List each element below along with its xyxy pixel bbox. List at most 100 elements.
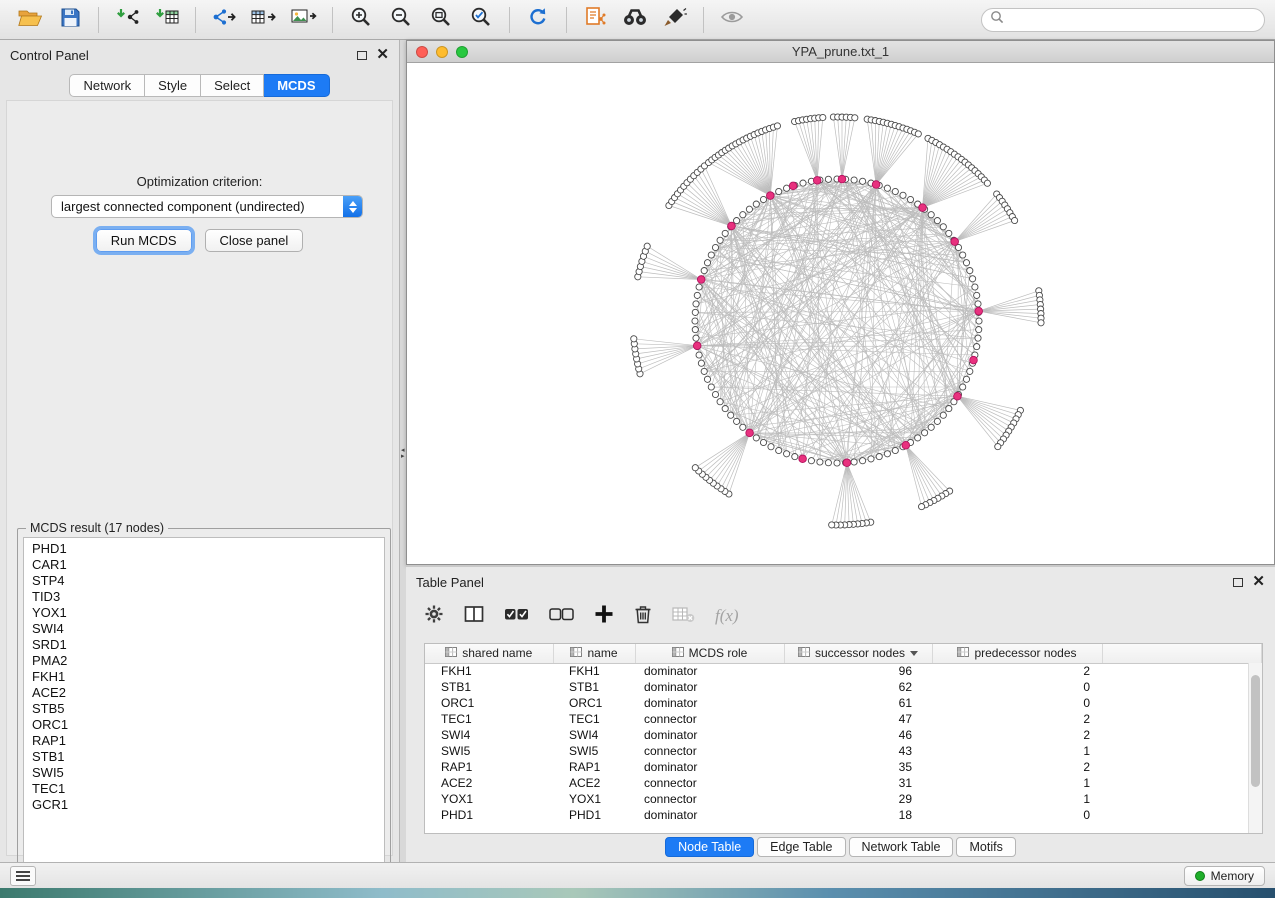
search-input[interactable] (1009, 13, 1256, 27)
select-all-rows-button[interactable] (504, 605, 529, 628)
network-canvas[interactable] (407, 63, 1274, 564)
search-binoculars-button[interactable] (615, 3, 655, 37)
cell-predecessor-nodes[interactable]: 0 (932, 807, 1102, 823)
apply-style-button[interactable] (655, 3, 695, 37)
tab-motifs[interactable]: Motifs (956, 837, 1015, 857)
cell-shared-name[interactable]: TEC1 (425, 711, 553, 727)
cell-predecessor-nodes[interactable]: 2 (932, 759, 1102, 775)
cell-successor-nodes[interactable]: 29 (784, 791, 932, 807)
mcds-result-item[interactable]: STB5 (32, 701, 384, 717)
mcds-result-item[interactable]: GCR1 (32, 797, 384, 813)
mcds-result-list[interactable]: PHD1CAR1STP4TID3YOX1SWI4SRD1PMA2FKH1ACE2… (23, 537, 385, 894)
cell-shared-name[interactable]: YOX1 (425, 791, 553, 807)
mcds-result-item[interactable]: TID3 (32, 589, 384, 605)
cell-filler[interactable] (1102, 695, 1262, 711)
zoom-out-button[interactable] (381, 3, 421, 37)
cell-name[interactable]: ORC1 (553, 695, 635, 711)
node-table-grid[interactable]: shared namenameMCDS rolesuccessor nodesp… (425, 644, 1262, 823)
network-window-titlebar[interactable]: YPA_prune.txt_1 (407, 41, 1274, 63)
cell-name[interactable]: PHD1 (553, 807, 635, 823)
export-image-button[interactable] (284, 3, 324, 37)
cell-predecessor-nodes[interactable]: 1 (932, 791, 1102, 807)
zoom-fit-button[interactable] (421, 3, 461, 37)
cell-filler[interactable] (1102, 759, 1262, 775)
zoom-selected-button[interactable] (461, 3, 501, 37)
cell-filler[interactable] (1102, 711, 1262, 727)
show-hide-button[interactable] (712, 3, 752, 37)
cell-mcds-role[interactable]: dominator (635, 807, 784, 823)
cell-mcds-role[interactable]: connector (635, 775, 784, 791)
cell-predecessor-nodes[interactable]: 2 (932, 727, 1102, 743)
close-table-panel-icon[interactable]: ✕ (1252, 577, 1265, 587)
mcds-result-item[interactable]: FKH1 (32, 669, 384, 685)
mcds-result-item[interactable]: YOX1 (32, 605, 384, 621)
cell-filler[interactable] (1102, 807, 1262, 823)
table-row[interactable]: PHD1PHD1dominator180 (425, 807, 1262, 823)
cell-shared-name[interactable]: STB1 (425, 679, 553, 695)
column-header-MCDS-role[interactable]: MCDS role (635, 644, 784, 663)
table-row[interactable]: TEC1TEC1connector472 (425, 711, 1262, 727)
save-session-button[interactable] (50, 3, 90, 37)
refresh-layout-button[interactable] (518, 3, 558, 37)
cell-successor-nodes[interactable]: 61 (784, 695, 932, 711)
mcds-result-item[interactable]: SRD1 (32, 637, 384, 653)
splitter-grip-icon[interactable]: ◂▸ (401, 448, 405, 460)
column-header-shared-name[interactable]: shared name (425, 644, 553, 663)
tab-select[interactable]: Select (201, 74, 264, 97)
cell-mcds-role[interactable]: connector (635, 711, 784, 727)
cell-successor-nodes[interactable]: 96 (784, 663, 932, 679)
panel-menu-button[interactable] (10, 866, 36, 886)
cell-name[interactable]: RAP1 (553, 759, 635, 775)
show-columns-button[interactable] (464, 605, 484, 628)
cell-filler[interactable] (1102, 727, 1262, 743)
tab-node-table[interactable]: Node Table (665, 837, 754, 857)
table-row[interactable]: ORC1ORC1dominator610 (425, 695, 1262, 711)
table-row[interactable]: ACE2ACE2connector311 (425, 775, 1262, 791)
mcds-result-item[interactable]: PMA2 (32, 653, 384, 669)
close-panel-button[interactable]: Close panel (205, 229, 304, 252)
cell-filler[interactable] (1102, 679, 1262, 695)
cell-successor-nodes[interactable]: 43 (784, 743, 932, 759)
deselect-all-rows-button[interactable] (549, 605, 574, 628)
cell-name[interactable]: YOX1 (553, 791, 635, 807)
mcds-result-item[interactable]: CAR1 (32, 557, 384, 573)
mcds-result-item[interactable]: TEC1 (32, 781, 384, 797)
cell-successor-nodes[interactable]: 35 (784, 759, 932, 775)
zoom-in-button[interactable] (341, 3, 381, 37)
mcds-result-item[interactable]: ACE2 (32, 685, 384, 701)
mcds-result-item[interactable]: ORC1 (32, 717, 384, 733)
open-file-button[interactable] (10, 3, 50, 37)
cell-successor-nodes[interactable]: 31 (784, 775, 932, 791)
cell-mcds-role[interactable]: dominator (635, 679, 784, 695)
cell-mcds-role[interactable]: dominator (635, 759, 784, 775)
cell-mcds-role[interactable]: connector (635, 791, 784, 807)
cell-predecessor-nodes[interactable]: 1 (932, 775, 1102, 791)
cell-shared-name[interactable]: ORC1 (425, 695, 553, 711)
cell-predecessor-nodes[interactable]: 2 (932, 663, 1102, 679)
scrollbar-thumb[interactable] (1251, 675, 1260, 787)
cell-filler[interactable] (1102, 663, 1262, 679)
mcds-result-item[interactable]: PHD1 (32, 541, 384, 557)
table-settings-button[interactable] (424, 604, 444, 629)
cell-successor-nodes[interactable]: 46 (784, 727, 932, 743)
mcds-result-item[interactable]: STP4 (32, 573, 384, 589)
cell-name[interactable]: TEC1 (553, 711, 635, 727)
cell-shared-name[interactable]: FKH1 (425, 663, 553, 679)
column-header-predecessor-nodes[interactable]: predecessor nodes (932, 644, 1102, 663)
cell-shared-name[interactable]: ACE2 (425, 775, 553, 791)
cell-shared-name[interactable]: PHD1 (425, 807, 553, 823)
tab-network-table[interactable]: Network Table (849, 837, 954, 857)
cell-mcds-role[interactable]: dominator (635, 663, 784, 679)
table-row[interactable]: SWI4SWI4dominator462 (425, 727, 1262, 743)
cell-filler[interactable] (1102, 775, 1262, 791)
cell-predecessor-nodes[interactable]: 2 (932, 711, 1102, 727)
tab-network[interactable]: Network (69, 74, 145, 97)
column-header-successor-nodes[interactable]: successor nodes (784, 644, 932, 663)
tab-style[interactable]: Style (145, 74, 201, 97)
criterion-dropdown[interactable]: largest connected component (undirected) (51, 195, 363, 218)
cell-shared-name[interactable]: RAP1 (425, 759, 553, 775)
table-row[interactable]: FKH1FKH1dominator962 (425, 663, 1262, 679)
cell-predecessor-nodes[interactable]: 0 (932, 679, 1102, 695)
table-row[interactable]: YOX1YOX1connector291 (425, 791, 1262, 807)
cell-successor-nodes[interactable]: 62 (784, 679, 932, 695)
